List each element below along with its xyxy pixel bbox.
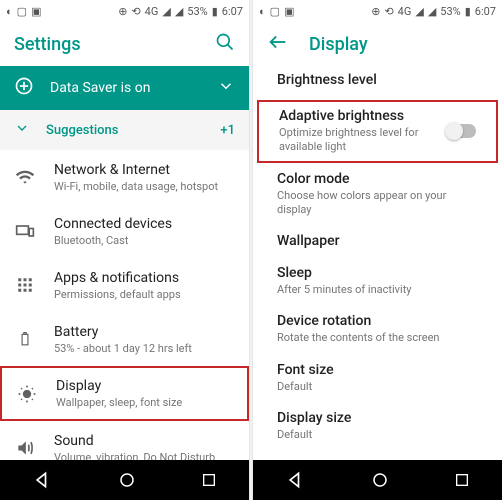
banner-text: Data Saver is on bbox=[50, 80, 201, 96]
row-font-size[interactable]: Font size Default bbox=[253, 356, 502, 404]
clock: 6:07 bbox=[222, 5, 243, 18]
row-title: Sound bbox=[54, 433, 235, 449]
chevron-down-icon bbox=[217, 77, 235, 99]
net-type: 4G bbox=[398, 5, 412, 18]
row-battery[interactable]: Battery 53% - about 1 day 12 hrs left bbox=[0, 312, 249, 366]
row-sleep[interactable]: Sleep After 5 minutes of inactivity bbox=[253, 259, 502, 307]
row-network[interactable]: Network & Internet Wi-Fi, mobile, data us… bbox=[0, 150, 249, 204]
row-wallpaper[interactable]: Wallpaper bbox=[253, 227, 502, 259]
row-brightness-level[interactable]: Brightness level bbox=[253, 66, 502, 98]
page-title: Display bbox=[309, 34, 488, 55]
row-title: Device rotation bbox=[277, 313, 478, 329]
apps-icon bbox=[14, 276, 36, 294]
screenshot-icon: ▣ bbox=[31, 5, 41, 18]
home-button[interactable] bbox=[371, 471, 389, 489]
row-color-mode[interactable]: Color mode Choose how colors appear on y… bbox=[253, 165, 502, 228]
search-icon[interactable] bbox=[215, 32, 235, 56]
row-sub: Rotate the contents of the screen bbox=[277, 331, 478, 345]
data-saver-banner[interactable]: Data Saver is on bbox=[0, 66, 249, 110]
row-sub: Choose how colors appear on your display bbox=[277, 189, 478, 218]
chevron-down-icon bbox=[14, 120, 30, 140]
row-sub: Optimize brightness level for available … bbox=[279, 126, 436, 155]
battery-icon bbox=[14, 329, 36, 349]
nav-bar bbox=[0, 460, 249, 500]
phone-right: ◐ ▢ ▣ ⊕ ⟲ 4G ◢ ◢ 53% ▮ 6:07 Display Brig… bbox=[253, 0, 502, 500]
battery-pct: 53% bbox=[187, 5, 207, 18]
row-sub: Permissions, default apps bbox=[54, 288, 235, 301]
net-type: 4G bbox=[145, 5, 159, 18]
recents-button[interactable] bbox=[201, 472, 217, 488]
row-title: Brightness level bbox=[277, 72, 478, 88]
back-button[interactable] bbox=[33, 470, 53, 490]
status-bar: ◐ ▢ ▣ ⊕ ⟲ 4G ◢ ◢ 53% ▮ 6:07 bbox=[0, 0, 249, 22]
suggestions-row[interactable]: Suggestions +1 bbox=[0, 110, 249, 150]
row-sub: Wi-Fi, mobile, data usage, hotspot bbox=[54, 180, 235, 193]
suggestions-label: Suggestions bbox=[46, 123, 204, 138]
signal-icon: ◢ bbox=[415, 5, 423, 18]
screenshot-icon: ▣ bbox=[284, 5, 294, 18]
home-button[interactable] bbox=[118, 471, 136, 489]
sound-icon bbox=[14, 438, 36, 458]
notification-icon: ▢ bbox=[270, 5, 280, 18]
row-sub: After 5 minutes of inactivity bbox=[277, 283, 478, 297]
data-saver-icon: ⊕ bbox=[118, 5, 127, 18]
battery-pct: 53% bbox=[440, 5, 460, 18]
row-title: Display bbox=[56, 378, 233, 394]
back-icon[interactable] bbox=[267, 31, 289, 57]
row-title: Adaptive brightness bbox=[279, 108, 436, 124]
row-title: Color mode bbox=[277, 171, 478, 187]
nav-bar bbox=[253, 460, 502, 500]
whatsapp-icon: ◐ bbox=[259, 5, 266, 18]
recents-button[interactable] bbox=[454, 472, 470, 488]
settings-list: Network & Internet Wi-Fi, mobile, data us… bbox=[0, 150, 249, 460]
row-title: Font size bbox=[277, 362, 478, 378]
notification-icon: ▢ bbox=[17, 5, 27, 18]
signal-icon-2: ◢ bbox=[175, 5, 183, 18]
data-saver-icon: ⊕ bbox=[371, 5, 380, 18]
row-title: Wallpaper bbox=[277, 233, 478, 249]
row-sub: Default bbox=[277, 380, 478, 394]
display-list: Brightness level Adaptive brightness Opt… bbox=[253, 66, 502, 460]
row-screen-saver[interactable]: Screen saver bbox=[253, 452, 502, 460]
app-bar: Settings bbox=[0, 22, 249, 66]
signal-icon: ◢ bbox=[162, 5, 170, 18]
row-title: Battery bbox=[54, 324, 235, 340]
page-title: Settings bbox=[14, 34, 195, 55]
row-display[interactable]: Display Wallpaper, sleep, font size bbox=[0, 366, 249, 421]
row-display-size[interactable]: Display size Default bbox=[253, 404, 502, 452]
app-bar: Display bbox=[253, 22, 502, 66]
clock: 6:07 bbox=[475, 5, 496, 18]
row-sub: 53% - about 1 day 12 hrs left bbox=[54, 342, 235, 355]
suggestions-count: +1 bbox=[220, 123, 235, 138]
signal-icon-2: ◢ bbox=[428, 5, 436, 18]
row-device-rotation[interactable]: Device rotation Rotate the contents of t… bbox=[253, 307, 502, 355]
data-saver-banner-icon bbox=[14, 76, 34, 100]
adaptive-brightness-toggle[interactable] bbox=[446, 124, 476, 138]
brightness-icon bbox=[16, 384, 38, 404]
devices-icon bbox=[14, 221, 36, 241]
row-title: Display size bbox=[277, 410, 478, 426]
row-sub: Wallpaper, sleep, font size bbox=[56, 396, 233, 409]
row-apps[interactable]: Apps & notifications Permissions, default… bbox=[0, 258, 249, 312]
phone-left: ◐ ▢ ▣ ⊕ ⟲ 4G ◢ ◢ 53% ▮ 6:07 Settings Dat… bbox=[0, 0, 249, 500]
row-connected[interactable]: Connected devices Bluetooth, Cast bbox=[0, 204, 249, 258]
row-sub: Volume, vibration, Do Not Disturb bbox=[54, 451, 235, 461]
row-title: Network & Internet bbox=[54, 162, 235, 178]
battery-icon: ▮ bbox=[465, 5, 471, 18]
row-adaptive-brightness[interactable]: Adaptive brightness Optimize brightness … bbox=[257, 100, 498, 163]
row-sub: Default bbox=[277, 428, 478, 442]
row-title: Screen saver bbox=[277, 458, 478, 460]
sync-icon: ⟲ bbox=[131, 5, 140, 18]
row-title: Connected devices bbox=[54, 216, 235, 232]
row-title: Sleep bbox=[277, 265, 478, 281]
battery-icon: ▮ bbox=[212, 5, 218, 18]
wifi-icon bbox=[14, 167, 36, 187]
sync-icon: ⟲ bbox=[384, 5, 393, 18]
back-button[interactable] bbox=[286, 470, 306, 490]
row-title: Apps & notifications bbox=[54, 270, 235, 286]
status-bar: ◐ ▢ ▣ ⊕ ⟲ 4G ◢ ◢ 53% ▮ 6:07 bbox=[253, 0, 502, 22]
row-sub: Bluetooth, Cast bbox=[54, 234, 235, 247]
row-sound[interactable]: Sound Volume, vibration, Do Not Disturb bbox=[0, 421, 249, 460]
whatsapp-icon: ◐ bbox=[6, 5, 13, 18]
